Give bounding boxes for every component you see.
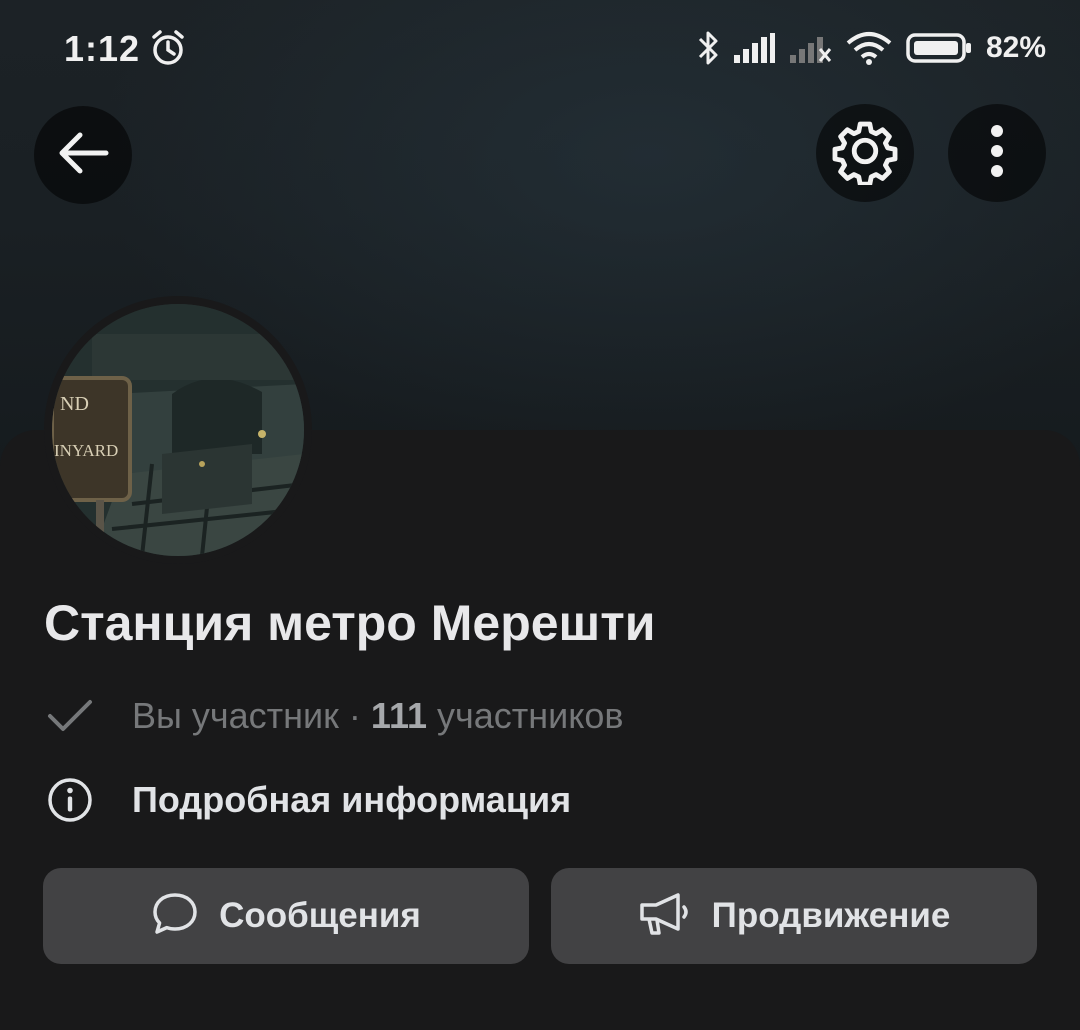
arrow-left-icon [56, 131, 110, 180]
messages-button[interactable]: Сообщения [43, 868, 529, 964]
membership-text: Вы участник · 111 участников [132, 695, 624, 737]
gear-icon [831, 117, 899, 190]
signal-icon [733, 33, 776, 63]
more-vertical-icon [987, 121, 1007, 186]
promotion-button[interactable]: Продвижение [551, 868, 1037, 964]
back-button[interactable] [34, 106, 132, 204]
member-count: 111 [370, 695, 427, 736]
signal-no-service-icon [789, 33, 832, 63]
battery-percent: 82% [985, 31, 1046, 64]
details-link: Подробная информация [132, 779, 572, 820]
avatar-image: ND INYARD [52, 304, 304, 556]
avatar-sign-line-1: ND [60, 393, 89, 415]
battery-icon [906, 33, 972, 63]
status-bar: 1:12 82% [0, 0, 1080, 100]
promotion-label: Продвижение [711, 896, 951, 935]
member-status: Вы участник [132, 695, 339, 736]
wifi-icon [846, 31, 892, 65]
settings-button[interactable] [816, 104, 914, 202]
separator: · [338, 695, 371, 736]
status-icons: 82% [696, 26, 1046, 70]
check-icon [44, 690, 96, 742]
membership-row[interactable]: Вы участник · 111 участников [44, 690, 624, 742]
bluetooth-icon [696, 29, 720, 67]
avatar[interactable]: ND INYARD [52, 304, 304, 556]
group-title: Станция метро Мерешти [44, 595, 656, 651]
message-bubble-icon [151, 890, 199, 943]
info-icon [44, 774, 96, 826]
avatar-sign-line-2: INYARD [54, 441, 118, 460]
details-row[interactable]: Подробная информация [44, 774, 571, 826]
messages-label: Сообщения [219, 896, 421, 935]
alarm-icon [150, 28, 186, 68]
member-count-suffix: участников [427, 695, 624, 736]
status-time: 1:12 [64, 28, 141, 69]
megaphone-icon [638, 891, 692, 942]
more-button[interactable] [948, 104, 1046, 202]
